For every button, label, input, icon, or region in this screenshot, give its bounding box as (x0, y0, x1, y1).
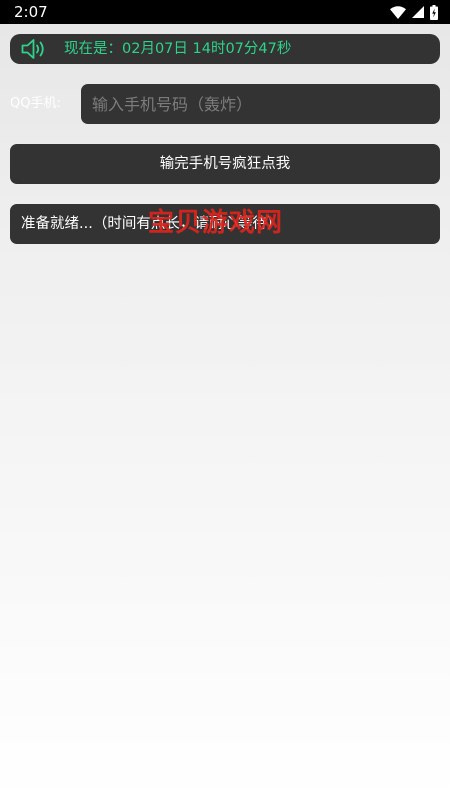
status-time: 2:07 (14, 3, 48, 21)
start-button[interactable]: 输完手机号疯狂点我 (10, 144, 440, 184)
current-time-text: 现在是：02月07日 14时07分47秒 (64, 41, 292, 57)
status-icons (390, 4, 438, 20)
qq-phone-label: QQ手机: (10, 96, 61, 111)
phone-number-input[interactable] (81, 84, 440, 124)
system-status-bar: 2:07 (0, 0, 450, 24)
wifi-icon (390, 5, 406, 19)
watermark: 宝贝游戏网 (148, 208, 284, 238)
speaker-icon (21, 39, 44, 59)
current-time-bar: 现在是：02月07日 14时07分47秒 (10, 34, 440, 64)
cell-signal-icon (412, 6, 424, 18)
battery-charging-icon (430, 4, 438, 20)
